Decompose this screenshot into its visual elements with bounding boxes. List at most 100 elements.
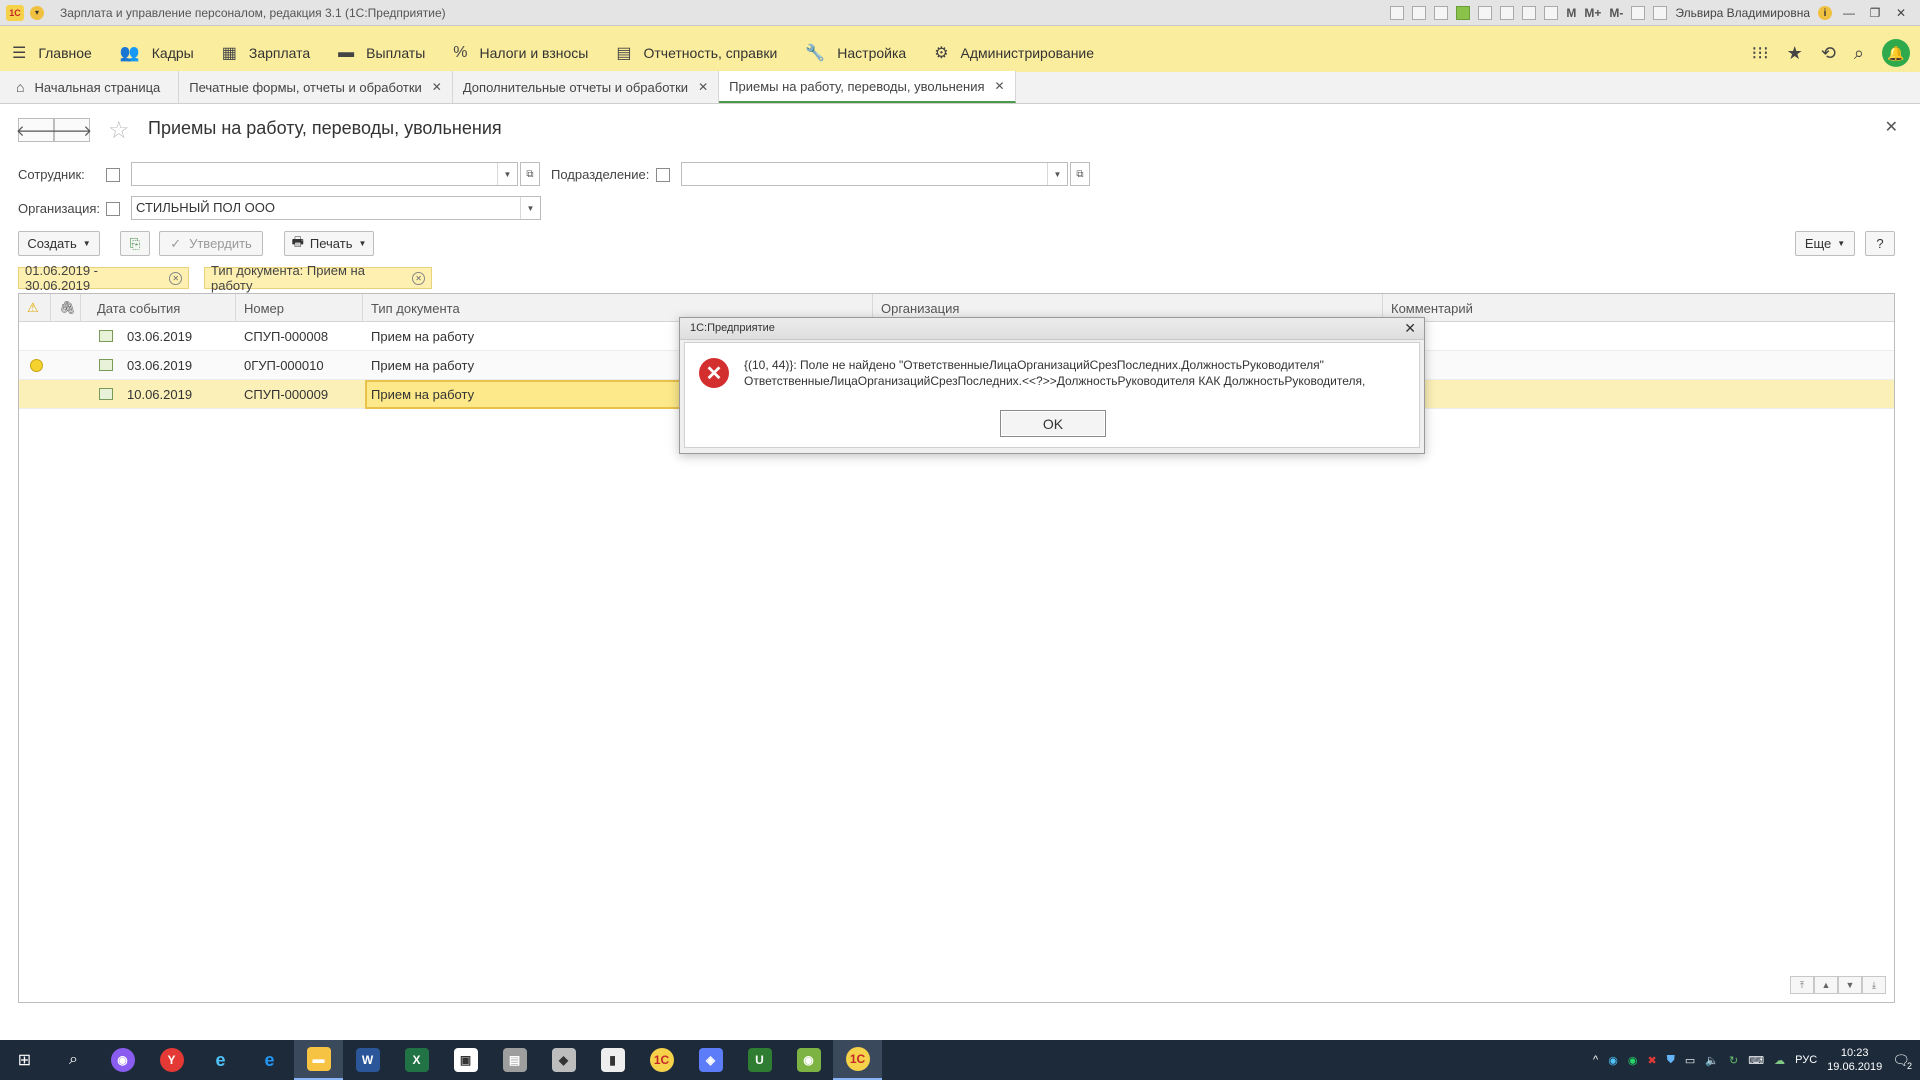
clear-filter-icon[interactable]: ✕ [412,271,425,285]
language-indicator[interactable]: РУС [1795,1054,1817,1066]
info-icon[interactable]: i [1818,6,1832,20]
help-button[interactable]: ? [1865,231,1895,256]
panels-icon[interactable] [1653,6,1668,20]
clear-filter-icon[interactable]: ✕ [169,271,182,285]
cloud-icon[interactable]: ☁ [1774,1054,1785,1067]
app-menu-dropdown-icon[interactable]: ▾ [30,5,44,20]
tab-print-forms[interactable]: Печатные формы, отчеты и обработки ✕ [179,71,453,103]
favorites-star-icon[interactable]: ★ [1787,43,1803,64]
close-window-button[interactable]: ✕ [1892,6,1910,20]
warning-column-icon[interactable]: ⚠ [19,294,51,322]
clock[interactable]: 10:23 19.06.2019 [1827,1046,1882,1074]
app-logo-icon[interactable]: 1С [6,4,24,21]
favorite-star-icon[interactable]: ☆ [108,116,130,145]
print-button[interactable]: 🖶 Печать ▼ [284,231,374,256]
more-button[interactable]: Еще ▼ [1795,231,1855,256]
print-icon[interactable] [1412,6,1427,20]
tray-expand-icon[interactable]: ^ [1593,1054,1598,1066]
calendar-icon[interactable] [1544,6,1559,20]
ok-button[interactable]: OK [1000,410,1106,437]
whatsapp-icon[interactable]: ◉ [1628,1054,1638,1067]
excel-icon[interactable]: X [392,1040,441,1080]
forward-button[interactable]: 🡒 [52,118,92,142]
close-form-button[interactable]: ✕ [1885,117,1898,137]
employee-field[interactable]: ▼ [131,162,518,186]
android-app-icon[interactable]: ◉ [784,1040,833,1080]
scroll-up-icon[interactable]: ▲ [1814,976,1838,994]
open-icon[interactable]: ⧉ [1070,162,1090,186]
store-icon[interactable]: ▣ [441,1040,490,1080]
close-tab-icon[interactable]: ✕ [432,80,442,94]
apps-grid-icon[interactable]: ⁝⁝⁝ [1752,43,1769,64]
notifications-bell-icon[interactable]: 🔔 [1882,39,1910,67]
notifications-center-icon[interactable]: 🗨 2 [1892,1052,1912,1071]
network-app-icon[interactable]: ◈ [686,1040,735,1080]
scroll-down-icon[interactable]: ▼ [1838,976,1862,994]
chat-icon[interactable]: ◉ [1608,1054,1618,1067]
search-icon[interactable]: ⌕ [49,1040,98,1080]
copy-document-icon[interactable]: ⎘ [120,231,150,256]
notepad-icon[interactable]: ▮ [588,1040,637,1080]
column-comment[interactable]: Комментарий [1383,294,1895,322]
onec-app-icon[interactable]: 1С [637,1040,686,1080]
network-icon[interactable]: ▭ [1685,1054,1695,1067]
edge-browser-icon[interactable]: e [245,1040,294,1080]
close-tab-icon[interactable]: ✕ [995,79,1005,93]
organization-checkbox[interactable] [106,202,120,216]
sync-icon[interactable]: ↻ [1729,1054,1738,1067]
zoom-icon[interactable] [1631,6,1646,20]
scroll-top-icon[interactable]: ⤒ [1790,976,1814,994]
close-tab-icon[interactable]: ✕ [698,80,708,94]
organization-field[interactable]: СТИЛЬНЫЙ ПОЛ ООО ▼ [131,196,541,220]
green-app-icon[interactable]: U [735,1040,784,1080]
chevron-down-icon[interactable]: ▼ [1047,163,1067,185]
security-icon[interactable]: ⛊ [1667,1054,1675,1067]
chevron-down-icon[interactable]: ▼ [497,163,517,185]
wallet-icon: ▬ [338,43,355,61]
search-icon[interactable]: ⌕ [1854,43,1864,64]
ie-browser-icon[interactable]: e [196,1040,245,1080]
onec-enterprise-icon[interactable]: 1С [833,1040,882,1080]
back-button[interactable]: 🡐 [16,118,56,142]
restore-button[interactable]: ❐ [1866,6,1884,20]
word-icon[interactable]: W [343,1040,392,1080]
period-filter-chip[interactable]: 01.06.2019 - 30.06.2019 ✕ [18,263,189,293]
memory-minus-button[interactable]: M- [1609,6,1623,20]
column-date[interactable]: Дата события [81,294,236,322]
employee-checkbox[interactable] [106,168,120,182]
attachment-column-icon[interactable]: 🖇 [51,294,81,322]
table-icon[interactable] [1522,6,1537,20]
antivirus-icon[interactable]: ✖ [1647,1054,1656,1067]
minimize-button[interactable]: — [1840,6,1858,20]
department-checkbox[interactable] [656,168,670,182]
approve-button[interactable]: ✓ Утвердить [159,231,263,256]
doctype-filter-chip[interactable]: Тип документа: Прием на работу ✕ [204,263,432,293]
scanner-icon[interactable]: ▤ [490,1040,539,1080]
link-icon[interactable] [1500,6,1515,20]
save-icon[interactable] [1390,6,1405,20]
keyboard-layout-icon[interactable]: ⌨ [1748,1054,1764,1067]
tab-hiring-transfers[interactable]: Приемы на работу, переводы, увольнения ✕ [719,71,1016,103]
yandex-browser-icon[interactable]: Y [147,1040,196,1080]
cube-app-icon[interactable]: ◆ [539,1040,588,1080]
mail-icon[interactable] [1478,6,1493,20]
open-icon[interactable]: ⧉ [520,162,540,186]
file-explorer-icon[interactable]: ▬ [294,1040,343,1080]
memory-button[interactable]: M [1566,6,1576,20]
column-number[interactable]: Номер [236,294,363,322]
memory-plus-button[interactable]: M+ [1584,6,1601,20]
alice-assistant-icon[interactable]: ◉ [98,1040,147,1080]
windows-start-icon[interactable]: ⊞ [0,1040,49,1080]
history-icon[interactable]: ⟲ [1821,43,1836,64]
dialog-close-icon[interactable]: ✕ [1404,320,1416,337]
preview-icon[interactable] [1434,6,1449,20]
volume-icon[interactable]: 🔈 [1705,1054,1719,1067]
tab-home[interactable]: ⌂ Начальная страница [0,71,180,103]
create-button[interactable]: Создать ▼ [18,231,100,256]
scroll-bottom-icon[interactable]: ⤓ [1862,976,1886,994]
department-field[interactable]: ▼ [681,162,1068,186]
chevron-down-icon[interactable]: ▼ [520,197,540,219]
tab-additional-reports[interactable]: Дополнительные отчеты и обработки ✕ [452,71,720,103]
attach-icon[interactable] [1456,6,1471,20]
current-user[interactable]: Эльвира Владимировна [1675,6,1810,20]
